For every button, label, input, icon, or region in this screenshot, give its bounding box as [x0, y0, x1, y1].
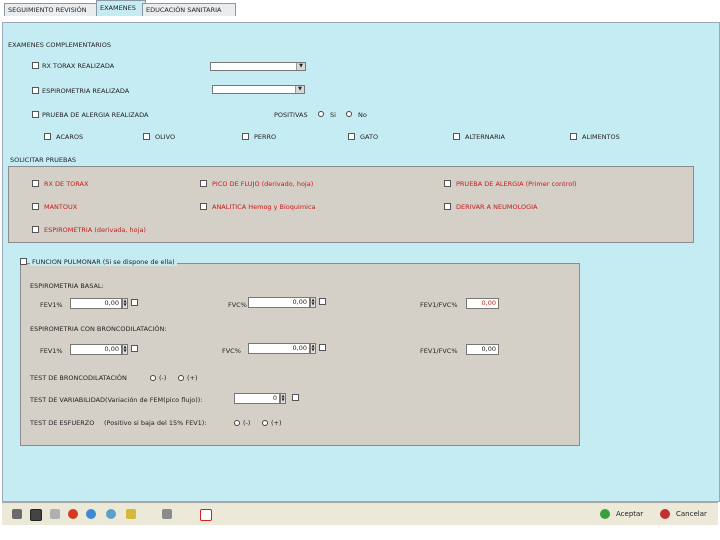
olivo-checkbox[interactable]	[143, 133, 150, 140]
pico-flujo-checkbox[interactable]	[200, 180, 207, 187]
variabilidad-input[interactable]: 0	[234, 393, 280, 404]
rx-realizada-label: RX TORAX REALIZADA	[42, 62, 115, 70]
basal-fev1-input[interactable]: 0,00	[70, 298, 122, 309]
espirometria-label: ESPIROMETRIA (derivada, hoja)	[44, 226, 146, 234]
test-esfuerzo-plus-radio[interactable]	[262, 420, 268, 426]
variabilidad-spinner[interactable]: ▲ ▼	[280, 393, 286, 404]
test-esfuerzo-plus-label: (+)	[271, 419, 282, 427]
rx-realizada-checkbox[interactable]	[32, 62, 39, 69]
mantoux-checkbox[interactable]	[32, 203, 39, 210]
alergia-realizada-label: PRUEBA DE ALERGIA REALIZADA	[42, 111, 149, 119]
alimentos-checkbox[interactable]	[570, 133, 577, 140]
rx-torax-checkbox[interactable]	[32, 180, 39, 187]
heart-icon[interactable]	[68, 509, 78, 519]
bronco-ratio-label: FEV1/FVC%	[420, 347, 458, 355]
test-esfuerzo-minus-label: (-)	[243, 419, 251, 427]
section-complementarios-title: EXAMENES COMPLEMENTARIOS	[8, 41, 111, 49]
positivas-label: POSITIVAS	[274, 111, 308, 119]
key-icon[interactable]	[126, 509, 136, 519]
analitica-label: ANALITICA Hemog y Bioquimica	[212, 203, 316, 211]
tab-educacion[interactable]: EDUCACIÓN SANITARIA	[142, 3, 236, 16]
espirometria-checkbox[interactable]	[32, 226, 39, 233]
mantoux-label: MANTOUX	[44, 203, 78, 211]
basal-fvc-input[interactable]: 0,00	[248, 297, 310, 308]
bronco-fvc-label: FVC%	[222, 347, 241, 355]
acaros-checkbox[interactable]	[44, 133, 51, 140]
pico-flujo-label: PICO DE FLUJO (derivado, hoja)	[212, 180, 314, 188]
bronco-fvc-spinner[interactable]: ▲ ▼	[310, 343, 316, 354]
espiro-select[interactable]: ▼	[212, 85, 305, 94]
funcion-pulmonar-checkbox[interactable]	[20, 258, 27, 265]
esfuerzo-note-label: (Positivo si baja del 15% FEV1):	[104, 419, 207, 427]
cancelar-icon[interactable]	[660, 509, 670, 519]
bronco-fev1-spinner[interactable]: ▲ ▼	[122, 344, 128, 355]
variabilidad-checkbox[interactable]	[292, 394, 299, 401]
flag-icon[interactable]	[200, 509, 212, 521]
tab-seguimiento[interactable]: SEGUIMIENTO REVISIÓN	[4, 3, 100, 16]
acaros-label: ACAROS	[56, 133, 84, 141]
funcion-pulmonar-title: FUNCION PULMONAR (Si se dispone de ella)	[30, 258, 177, 266]
basal-title: ESPIROMETRIA BASAL:	[30, 282, 104, 290]
espiro-realizada-checkbox[interactable]	[32, 87, 39, 94]
alternaria-checkbox[interactable]	[453, 133, 460, 140]
basal-fvc-checkbox[interactable]	[319, 298, 326, 305]
test-bronco-minus-label: (-)	[159, 374, 167, 382]
basal-ratio-input[interactable]: 0,00	[466, 298, 499, 309]
positivas-si-radio[interactable]	[318, 111, 324, 117]
analitica-checkbox[interactable]	[200, 203, 207, 210]
search-icon[interactable]	[106, 509, 116, 519]
test-variabilidad-label: TEST DE VARIABILIDAD(Variación de FEM(pi…	[30, 396, 203, 404]
bronco-fev1-input[interactable]: 0,00	[70, 344, 122, 355]
test-bronco-minus-radio[interactable]	[150, 375, 156, 381]
basal-fev1-spinner[interactable]: ▲ ▼	[122, 298, 128, 309]
perro-label: PERRO	[254, 133, 277, 141]
perro-checkbox[interactable]	[242, 133, 249, 140]
basal-ratio-label: FEV1/FVC%	[420, 301, 458, 309]
neumologia-checkbox[interactable]	[444, 203, 451, 210]
bronco-fvc-input[interactable]: 0,00	[248, 343, 310, 354]
alergia-realizada-checkbox[interactable]	[32, 111, 39, 118]
bronco-ratio-input[interactable]: 0,00	[466, 344, 499, 355]
neumologia-label: DERIVAR A NEUMOLOGIA	[456, 203, 538, 211]
prueba-alergia-label: PRUEBA DE ALERGIA (Primer control)	[456, 180, 577, 188]
basal-fvc-label: FVC%	[228, 301, 247, 309]
bronco-fvc-checkbox[interactable]	[319, 344, 326, 351]
test-esfuerzo-label: TEST DE ESFUERZO	[30, 419, 95, 427]
positivas-si-label: Si	[330, 111, 336, 119]
prueba-alergia-checkbox[interactable]	[444, 180, 451, 187]
olivo-label: OLIVO	[155, 133, 176, 141]
print-icon[interactable]	[30, 509, 42, 521]
positivas-no-radio[interactable]	[346, 111, 352, 117]
test-bronco-plus-radio[interactable]	[178, 375, 184, 381]
save-icon[interactable]	[12, 509, 22, 519]
section-solicitar-title: SOLICITAR PRUEBAS	[10, 156, 77, 164]
gato-checkbox[interactable]	[348, 133, 355, 140]
basal-fvc-spinner[interactable]: ▲ ▼	[310, 297, 316, 308]
gato-label: GATO	[360, 133, 379, 141]
aceptar-button[interactable]: Aceptar	[616, 508, 643, 520]
basal-fev1-checkbox[interactable]	[131, 299, 138, 306]
test-bronco-label: TEST DE BRONCODILATACIÓN	[30, 374, 127, 382]
test-bronco-plus-label: (+)	[187, 374, 198, 382]
rx-select[interactable]: ▼	[210, 62, 306, 71]
bronco-fev1-label: FEV1%	[40, 347, 63, 355]
test-esfuerzo-minus-radio[interactable]	[234, 420, 240, 426]
basal-fev1-label: FEV1%	[40, 301, 63, 309]
taskbar: Aceptar Cancelar	[2, 502, 718, 525]
chevron-down-icon[interactable]: ▼	[295, 86, 304, 93]
aceptar-icon[interactable]	[600, 509, 610, 519]
chevron-down-icon[interactable]: ▼	[296, 63, 305, 70]
alimentos-label: ALIMENTOS	[582, 133, 620, 141]
pen-icon[interactable]	[50, 509, 60, 519]
bronco-fev1-checkbox[interactable]	[131, 345, 138, 352]
rx-torax-label: RX DE TORAX	[44, 180, 89, 188]
espiro-realizada-label: ESPIROMETRIA REALIZADA	[42, 87, 130, 95]
alternaria-label: ALTERNARIA	[465, 133, 505, 141]
tools-icon[interactable]	[162, 509, 172, 519]
globe-icon[interactable]	[86, 509, 96, 519]
tab-examenes[interactable]: EXAMENES	[96, 0, 146, 16]
positivas-no-label: No	[358, 111, 367, 119]
cancelar-button[interactable]: Cancelar	[676, 508, 707, 520]
bronco-title: ESPIROMETRIA CON BRONCODILATACIÓN:	[30, 325, 167, 333]
